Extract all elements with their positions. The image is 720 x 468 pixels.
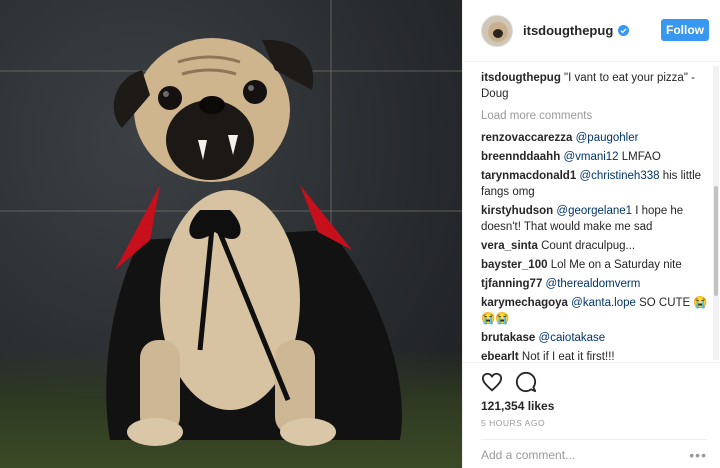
comment-username[interactable]: vera_sinta [481,240,538,252]
comment-row: vera_sinta Count draculpug... [481,238,715,254]
comment-row: tjfanning77 @therealdomverm [481,276,715,292]
post-photo[interactable] [0,0,462,468]
comment-row: renzovaccarezza @paugohler [481,130,715,146]
comment-username[interactable]: renzovaccarezza [481,132,572,144]
comment-username[interactable]: breennddaahh [481,151,560,163]
comment-username[interactable]: karymechagoya [481,297,568,309]
comment-text: Lol Me on a Saturday nite [550,259,682,271]
comment-mention-link[interactable]: @christineh338 [579,170,659,182]
follow-button[interactable]: Follow [661,19,709,41]
comment-row: kirstyhudson @georgelane1 I hope he does… [481,203,715,235]
comment-username[interactable]: kirstyhudson [481,205,553,217]
comment-mention-link[interactable]: @caiotakase [539,332,606,344]
comment-row: ebearlt Not if I eat it first!!! [481,349,715,360]
comment-username[interactable]: tarynmacdonald1 [481,170,576,182]
verified-badge-icon [618,25,630,36]
comment-mention-link[interactable]: @therealdomverm [546,278,641,290]
comments-scrollbar[interactable] [713,66,719,360]
comment-row: brutakase @caiotakase [481,330,715,346]
avatar[interactable] [481,14,513,47]
comment-input[interactable] [481,447,671,462]
comment-row: bayster_100 Lol Me on a Saturday nite [481,257,715,273]
comment-username[interactable]: bayster_100 [481,259,548,271]
comment-username[interactable]: brutakase [481,332,535,344]
comment-mention-link[interactable]: @kanta.lope [571,297,636,309]
header-username[interactable]: itsdougthepug [523,23,613,38]
more-options-icon[interactable]: ••• [689,447,707,463]
comment-text: Not if I eat it first!!! [521,351,615,360]
post-header: itsdougthepug Follow [463,0,720,62]
heart-icon[interactable] [481,371,503,393]
post-actions: 121,354 likes 5 HOURS AGO ••• [463,362,720,468]
comment-row: karymechagoya @kanta.lope SO CUTE 😭 😭😭 [481,295,715,327]
comment-mention-link[interactable]: @georgelane1 [556,205,632,217]
comment-text: LMFAO [618,151,661,163]
post-timestamp: 5 HOURS AGO [481,418,546,428]
comments-list: itsdougthepug "I vant to eat your pizza"… [481,66,715,360]
comment-username[interactable]: ebearlt [481,351,519,360]
comment-username[interactable]: tjfanning77 [481,278,542,290]
likes-count[interactable]: 121,354 likes [481,399,554,413]
comment-row: breennddaahh @vmani12 LMFAO [481,149,715,165]
caption-username[interactable]: itsdougthepug [481,72,561,84]
add-comment-bar: ••• [481,439,707,468]
action-icons-row [481,371,537,393]
scrollbar-thumb[interactable] [714,186,718,296]
pug-in-cape-illustration [106,38,402,446]
comment-bubble-icon[interactable] [515,371,537,393]
post-caption: itsdougthepug "I vant to eat your pizza"… [481,70,715,102]
comment-mention-link[interactable]: @paugohler [576,132,639,144]
comment-text: Count draculpug... [541,240,636,252]
post-side-panel: itsdougthepug Follow itsdougthepug "I va… [462,0,720,468]
load-more-comments-link[interactable]: Load more comments [481,108,715,124]
comment-row: tarynmacdonald1 @christineh338 his littl… [481,168,715,200]
comment-mention-link[interactable]: @vmani12 [563,151,618,163]
